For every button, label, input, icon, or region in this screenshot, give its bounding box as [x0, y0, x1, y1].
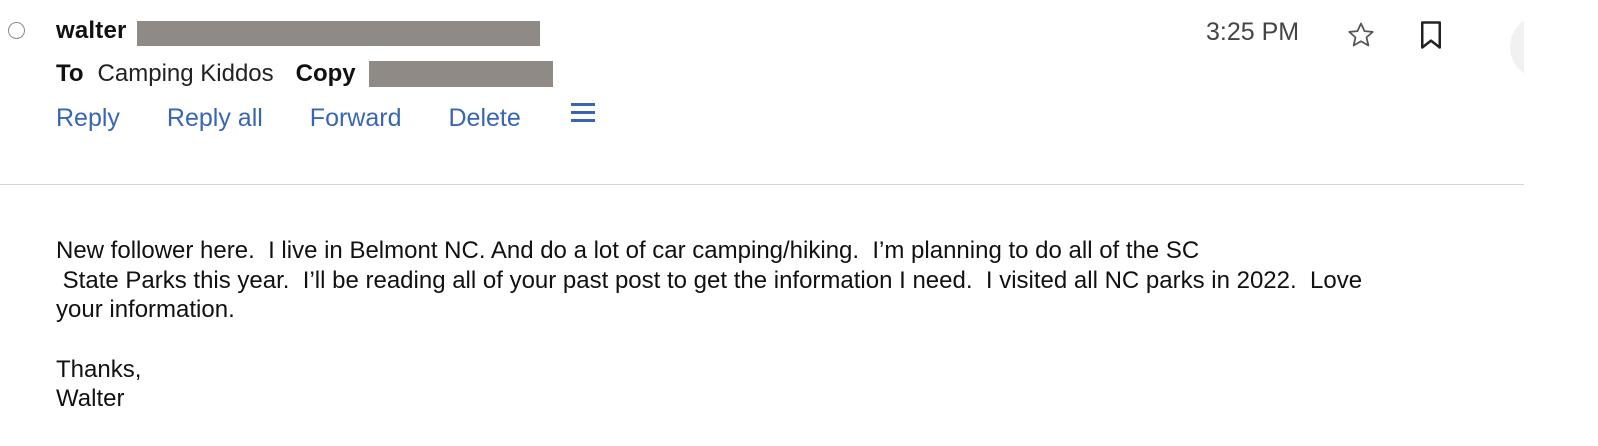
sender-row: walter — [56, 14, 540, 48]
message-body: New follower here. I live in Belmont NC.… — [56, 236, 1526, 414]
redacted-sender-address — [136, 20, 540, 46]
forward-button[interactable]: Forward — [310, 104, 402, 133]
signature-name: Walter — [56, 385, 125, 412]
signature-closing: Thanks, — [56, 355, 142, 383]
menu-icon — [570, 102, 595, 122]
more-actions-button[interactable] — [570, 102, 595, 124]
body-line: your information. — [56, 296, 235, 323]
star-button[interactable] — [1346, 20, 1376, 50]
sender-name[interactable]: walter — [56, 17, 127, 45]
reply-button[interactable]: Reply — [56, 104, 120, 133]
message-actions: Reply Reply all Forward Delete — [56, 102, 595, 133]
reply-all-button[interactable]: Reply all — [167, 104, 263, 133]
star-icon — [1348, 22, 1374, 47]
delete-button[interactable]: Delete — [448, 104, 520, 133]
header-divider — [0, 184, 1524, 185]
bookmark-icon — [1421, 21, 1441, 49]
bookmark-button[interactable] — [1418, 20, 1444, 50]
email-view: walter To Camping Kiddos Copy 3:25 PM Re… — [0, 0, 1598, 446]
to-label: To — [56, 60, 84, 87]
select-message-radio[interactable] — [8, 22, 25, 39]
body-line: State Parks this year. I’ll be reading a… — [56, 266, 1363, 294]
message-time: 3:25 PM — [1206, 18, 1300, 46]
recipients-row: To Camping Kiddos Copy — [56, 58, 553, 90]
body-line: New follower here. I live in Belmont NC.… — [56, 237, 1200, 264]
to-recipient[interactable]: Camping Kiddos — [98, 60, 274, 88]
copy-label: Copy — [295, 60, 356, 87]
redacted-copy-recipient — [368, 61, 553, 87]
